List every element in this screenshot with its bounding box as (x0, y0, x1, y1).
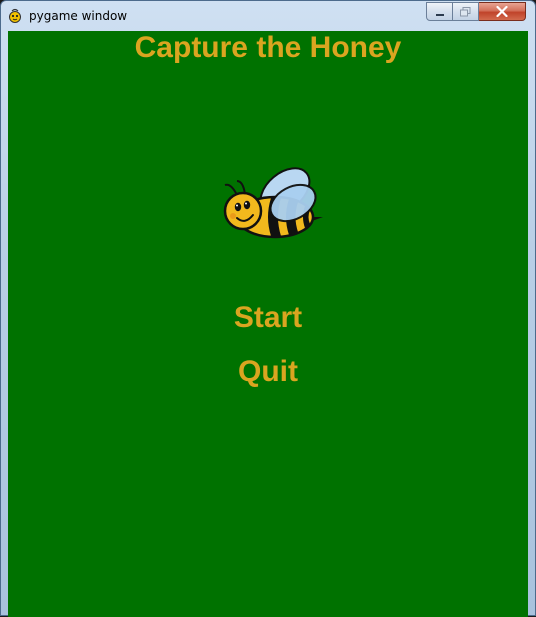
maximize-icon (460, 2, 471, 21)
maximize-button[interactable] (453, 2, 479, 21)
window-title: pygame window (29, 9, 128, 23)
game-canvas[interactable]: Capture the Honey Start Quit (8, 31, 528, 617)
close-icon (496, 2, 508, 21)
app-window: pygame window Capture the Honey Start Qu… (0, 0, 536, 617)
minimize-button[interactable] (426, 2, 453, 21)
game-title: Capture the Honey (134, 31, 402, 64)
close-button[interactable] (479, 2, 526, 21)
minimize-icon (435, 2, 445, 21)
pygame-snake-icon (7, 8, 23, 24)
quit-button[interactable]: Quit (8, 355, 528, 389)
window-titlebar[interactable]: pygame window (1, 1, 535, 31)
start-button[interactable]: Start (8, 301, 528, 335)
bee-icon (213, 153, 325, 245)
